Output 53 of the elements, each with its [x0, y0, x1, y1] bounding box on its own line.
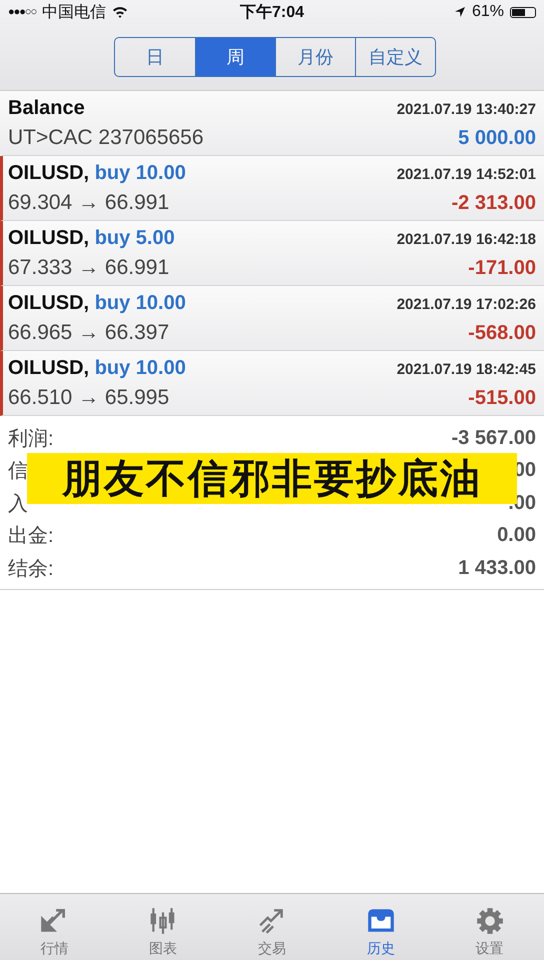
- order-side: buy 10.00: [94, 162, 186, 184]
- amount-value: -515.00: [468, 386, 536, 410]
- period-tab[interactable]: 自定义: [355, 38, 435, 76]
- date-time: 2021.07.19 13:40:27: [396, 100, 536, 118]
- symbol-name: OILUSD,: [8, 292, 90, 314]
- summary-label: 入: [8, 492, 28, 517]
- date-time: 2021.07.19 14:52:01: [396, 166, 536, 182]
- tab-bar-item[interactable]: 交易: [218, 894, 326, 960]
- amount-value: -2 313.00: [451, 192, 536, 214]
- period-tab[interactable]: 周: [195, 38, 275, 76]
- tab-bar-item[interactable]: 历史: [326, 894, 436, 960]
- operation-comment: UT>CAC 237065656: [8, 126, 204, 150]
- summary-label: 结余:: [8, 556, 54, 582]
- symbol-name: OILUSD,: [8, 226, 90, 248]
- history-row[interactable]: OILUSD, buy 10.00 2021.07.19 14:52:01 69.304 → 66.991 -2 313.00: [0, 156, 544, 221]
- period-tab[interactable]: 月份: [275, 38, 355, 76]
- operation-label: Balance: [8, 96, 85, 120]
- order-side: buy 10.00: [94, 356, 186, 378]
- date-time: 2021.07.19 17:02:26: [396, 296, 536, 312]
- price-range: 69.304 → 66.991: [8, 190, 170, 214]
- summary-value: 0.00: [497, 524, 536, 548]
- summary-label: 出金:: [8, 524, 54, 550]
- price-range: 66.965 → 66.397: [8, 320, 170, 344]
- price-range: 67.333 → 66.991: [8, 256, 170, 280]
- summary-label: 利润:: [8, 426, 54, 452]
- history-row[interactable]: OILUSD, buy 5.00 2021.07.19 16:42:18 67.333 → 66.991 -171.00: [0, 221, 544, 286]
- history-row[interactable]: OILUSD, buy 10.00 2021.07.19 17:02:26 66.965 → 66.397 -568.00: [0, 286, 544, 351]
- date-time: 2021.07.19 16:42:18: [396, 230, 536, 248]
- signal-dots: ●●●○○: [8, 6, 36, 18]
- summary-value: 1 433.00: [458, 556, 536, 580]
- period-tab[interactable]: 日: [115, 38, 195, 76]
- symbol-name: OILUSD,: [8, 356, 90, 378]
- battery-percent: 61%: [472, 3, 504, 21]
- amount-value: -171.00: [468, 256, 536, 280]
- tab-bar-item[interactable]: 行情: [0, 894, 109, 960]
- symbol-name: OILUSD,: [8, 162, 90, 184]
- order-side: buy 5.00: [94, 226, 175, 248]
- settings-icon: [474, 906, 505, 936]
- date-time: 2021.07.19 18:42:45: [396, 360, 536, 378]
- order-side: buy 10.00: [94, 292, 186, 314]
- battery-icon: [510, 6, 536, 18]
- tab-bar-item[interactable]: 设置: [435, 894, 544, 960]
- history-row[interactable]: OILUSD, buy 10.00 2021.07.19 18:42:45 66.510 → 65.995 -515.00: [0, 351, 544, 416]
- summary-label: 信: [8, 459, 28, 484]
- location-arrow-icon: [454, 6, 466, 18]
- amount-value: -568.00: [468, 322, 536, 344]
- carrier-name: 中国电信: [42, 2, 106, 22]
- summary-value: -3 567.00: [451, 426, 536, 450]
- amount-value: 5 000.00: [458, 126, 536, 150]
- clock-time: 下午7:04: [240, 2, 304, 22]
- price-range: 66.510 → 65.995: [8, 386, 170, 410]
- wifi-icon: [112, 6, 128, 18]
- tab-bar-item[interactable]: 图表: [108, 894, 218, 960]
